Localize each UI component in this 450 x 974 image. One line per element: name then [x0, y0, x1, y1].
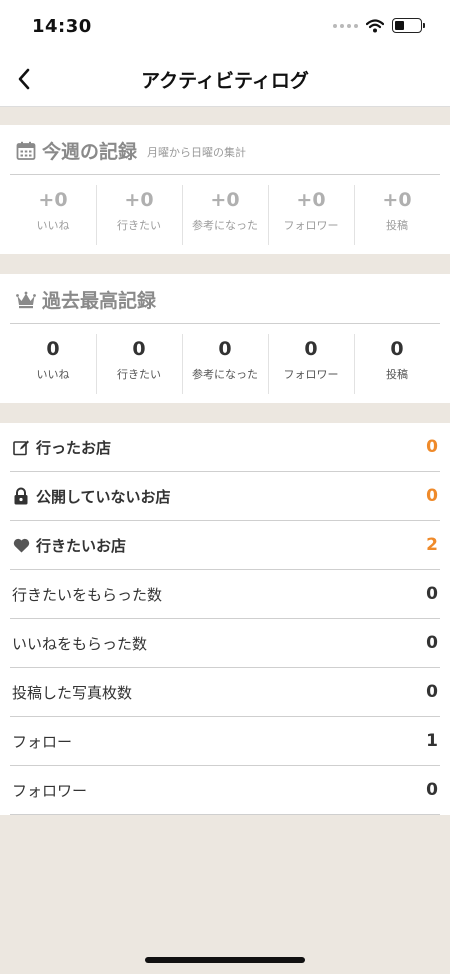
- stat-value: +0: [210, 189, 240, 211]
- stat-label: フォロワー: [283, 219, 339, 232]
- weekly-record-card: 今週の記録 月曜から日曜の集計 +0 いいね +0 行きたい +0 参考になった…: [0, 125, 450, 254]
- list-item-followers[interactable]: フォロワー 0: [10, 766, 440, 815]
- weekly-stat-want-to-go: +0 行きたい: [96, 183, 182, 247]
- status-bar: 14:30: [0, 0, 450, 52]
- best-stat-followers: 0 フォロワー: [268, 332, 354, 396]
- stat-label: 参考になった: [192, 368, 258, 381]
- home-indicator: [145, 957, 305, 963]
- best-stat-want-to-go: 0 行きたい: [96, 332, 182, 396]
- list-item-likes-received: いいねをもらった数 0: [10, 619, 440, 668]
- stat-label: フォロワー: [283, 368, 339, 381]
- best-stat-posts: 0 投稿: [354, 332, 440, 396]
- lock-icon: [12, 487, 30, 505]
- weekly-stat-followers: +0 フォロワー: [268, 183, 354, 247]
- wifi-icon: [366, 18, 384, 32]
- stat-label: 行きたい: [117, 219, 161, 232]
- stat-value: +0: [296, 189, 326, 211]
- stat-value: 0: [46, 338, 60, 360]
- list-item-label: 行きたいをもらった数: [12, 585, 163, 604]
- stat-value: +0: [382, 189, 412, 211]
- list-item-following[interactable]: フォロー 1: [10, 717, 440, 766]
- list-item-want-to-go-received: 行きたいをもらった数 0: [10, 570, 440, 619]
- list-item-value: 0: [426, 437, 438, 457]
- stat-value: 0: [390, 338, 404, 360]
- list-item-label: 行ったお店: [36, 438, 112, 457]
- list-item-visited-shops[interactable]: 行ったお店 0: [10, 423, 440, 472]
- divider: [10, 323, 440, 324]
- list-item-value: 2: [426, 535, 438, 555]
- list-item-label: フォロー: [12, 732, 73, 751]
- heart-icon: [12, 536, 30, 554]
- stat-value: 0: [218, 338, 232, 360]
- stat-label: 投稿: [386, 219, 408, 232]
- weekly-record-subtitle: 月曜から日曜の集計: [147, 146, 247, 159]
- status-icons: [333, 18, 425, 33]
- divider: [10, 174, 440, 175]
- weekly-stat-likes: +0 いいね: [10, 183, 96, 247]
- list-item-label: 行きたいお店: [36, 536, 127, 555]
- list-item-value: 0: [426, 486, 438, 506]
- list-item-value: 0: [426, 682, 438, 702]
- weekly-record-header: 今週の記録 月曜から日曜の集計: [16, 137, 246, 164]
- stat-value: 0: [304, 338, 318, 360]
- best-stat-likes: 0 いいね: [10, 332, 96, 396]
- list-item-value: 0: [426, 584, 438, 604]
- list-item-photos-posted: 投稿した写真枚数 0: [10, 668, 440, 717]
- page-title: アクティビティログ: [141, 70, 309, 92]
- battery-icon: [392, 18, 425, 33]
- stat-label: 投稿: [386, 368, 408, 381]
- stat-value: +0: [124, 189, 154, 211]
- best-record-title: 過去最高記録: [42, 290, 157, 312]
- stat-label: いいね: [36, 368, 70, 381]
- stat-label: 参考になった: [192, 219, 258, 232]
- weekly-record-title: 今週の記録: [42, 141, 138, 163]
- best-record-header: 過去最高記録: [16, 286, 156, 313]
- edit-icon: [12, 438, 30, 456]
- status-time: 14:30: [32, 16, 92, 37]
- weekly-stats: +0 いいね +0 行きたい +0 参考になった +0 フォロワー +0 投稿: [10, 183, 440, 247]
- list-item-value: 1: [426, 731, 438, 751]
- list-item-private-shops[interactable]: 公開していないお店 0: [10, 472, 440, 521]
- list-item-value: 0: [426, 633, 438, 653]
- best-record-card: 過去最高記録 0 いいね 0 行きたい 0 参考になった 0 フォロワー 0 投…: [0, 274, 450, 403]
- list-item-label: フォロワー: [12, 781, 88, 800]
- calendar-icon: [16, 141, 36, 160]
- list-item-want-to-go-shops[interactable]: 行きたいお店 2: [10, 521, 440, 570]
- list-item-label: 投稿した写真枚数: [12, 683, 133, 702]
- activity-list: 行ったお店 0 公開していないお店 0 行きたいお店 2 行きたいをもらった数 …: [0, 423, 450, 815]
- stat-label: いいね: [36, 219, 70, 232]
- stat-value: 0: [132, 338, 146, 360]
- crown-icon: [16, 291, 36, 308]
- signal-icon: [333, 23, 358, 28]
- weekly-stat-posts: +0 投稿: [354, 183, 440, 247]
- weekly-stat-helpful: +0 参考になった: [182, 183, 268, 247]
- nav-bar: アクティビティログ: [0, 52, 450, 107]
- best-stat-helpful: 0 参考になった: [182, 332, 268, 396]
- stat-label: 行きたい: [117, 368, 161, 381]
- list-item-label: いいねをもらった数: [12, 634, 148, 653]
- best-stats: 0 いいね 0 行きたい 0 参考になった 0 フォロワー 0 投稿: [10, 332, 440, 396]
- list-item-value: 0: [426, 780, 438, 800]
- stat-value: +0: [38, 189, 68, 211]
- list-item-label: 公開していないお店: [36, 487, 171, 506]
